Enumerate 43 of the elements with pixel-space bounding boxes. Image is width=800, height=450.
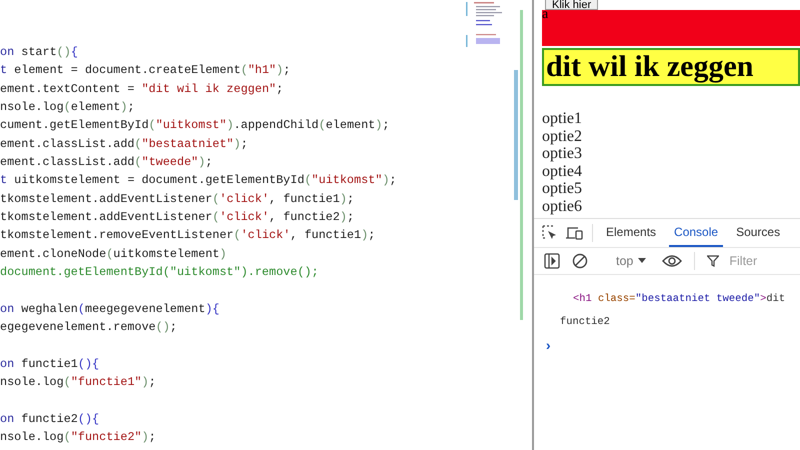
- option-text: optie1: [542, 110, 583, 128]
- clear-icon[interactable]: [572, 253, 588, 269]
- code-line: t element = document.createElement("h1");: [0, 63, 290, 78]
- devtools-tab[interactable]: Elements: [601, 219, 662, 247]
- option-text: optie2: [542, 128, 583, 146]
- code-line: ement.textContent = "dit wil ik zeggen";: [0, 82, 284, 96]
- option-text: optie6: [542, 198, 583, 216]
- scrollbar-thumb[interactable]: [514, 70, 518, 200]
- console-prompt: ›: [544, 339, 552, 355]
- sidebar-icon[interactable]: [544, 253, 560, 269]
- code-line: nsole.log(element);: [0, 100, 135, 114]
- code-line: document.getElementById("uitkomst").remove();: [0, 265, 319, 280]
- code-line: on functie1(){: [0, 356, 100, 371]
- code-line: cument.getElementById("uitkomst").appendChild(element);: [0, 118, 390, 132]
- option-text: optie4: [542, 162, 583, 180]
- filter-icon: [707, 255, 720, 267]
- device-icon[interactable]: [566, 225, 584, 241]
- console-message: <h1 class="bestaatniet tweede">dit: [573, 293, 786, 305]
- code-line: ement.classList.add("bestaatniet");: [0, 136, 248, 151]
- code-line: tkomstelement.addEventListener('click', functie1);: [0, 192, 354, 206]
- console-message: functie2: [560, 316, 610, 328]
- caret-icon: [638, 258, 646, 264]
- devtools-tab[interactable]: Console: [669, 219, 724, 247]
- context-dropdown[interactable]: top: [600, 254, 650, 268]
- code-line: ement.classList.add("tweede");: [0, 155, 212, 170]
- option-text: optie3: [542, 145, 583, 163]
- inspect-icon[interactable]: [542, 225, 558, 241]
- code-line: nsole.log("functie1");: [0, 375, 156, 390]
- code-line: tkomstelement.removeEventListener('click', functie1);: [0, 228, 376, 242]
- code-line: tkomstelement.addEventListener('click', functie2);: [0, 210, 354, 224]
- code-line: ement.cloneNode(uitkomstelement): [0, 246, 227, 261]
- code-line: nsole.log("functie2");: [0, 430, 156, 444]
- devtools-tab[interactable]: Sources: [731, 219, 786, 247]
- code-line: egegevenelement.remove();: [0, 320, 178, 334]
- filter-field[interactable]: Filter: [727, 253, 792, 269]
- code-line: on weghalen(meegegevenelement){: [0, 302, 220, 316]
- block-text: a: [542, 7, 548, 22]
- code-line: on functie2(){: [0, 412, 100, 426]
- eye-icon[interactable]: [662, 254, 682, 268]
- option-text: optie5: [542, 180, 583, 198]
- page-heading: dit wil ik zeggen: [542, 48, 800, 86]
- code-line: on start(){: [0, 45, 78, 59]
- code-line: t uitkomstelement = document.getElementById("uitkomst");: [0, 173, 397, 188]
